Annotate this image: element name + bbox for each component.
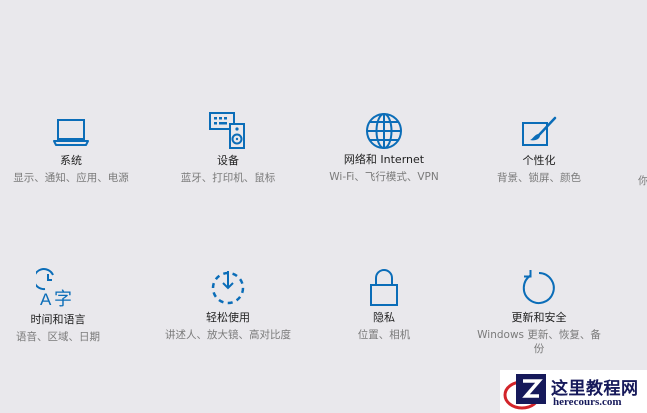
tile-network[interactable]: 网络和 Internet Wi-Fi、飞行模式、VPN [314, 112, 454, 184]
tile-description: 语音、区域、日期 [16, 331, 100, 343]
ease-of-access-icon [211, 271, 245, 305]
refresh-icon [522, 270, 555, 304]
lock-icon [370, 269, 398, 306]
tile-title: 网络和 Internet [343, 153, 425, 166]
globe-icon [366, 113, 402, 149]
tile-description: 位置、相机 [357, 329, 411, 341]
tile-system[interactable]: 系统 显示、通知、应用、电源 [1, 115, 141, 185]
tile-description: 显示、通知、应用、电源 [13, 172, 129, 184]
watermark-url: herecours.com [553, 396, 622, 408]
tile-personalization[interactable]: 个性化 背景、锁屏、颜色 [469, 115, 609, 185]
tile-title: 时间和语言 [30, 313, 86, 326]
tile-title: 系统 [60, 154, 82, 167]
tile-time-language[interactable]: A 字 时间和语言 语音、区域、日期 [0, 268, 128, 344]
tile-title: 个性化 [522, 154, 556, 167]
tile-title: 隐私 [373, 311, 395, 324]
paintbrush-icon [522, 116, 557, 146]
laptop-icon [53, 119, 89, 146]
tile-description: Windows 更新、恢复、备份 [477, 329, 601, 355]
devices-icon [209, 112, 245, 149]
tile-ease-of-access[interactable]: 轻松使用 讲述人、放大镜、高对比度 [158, 268, 298, 342]
tile-title: 更新和安全 [511, 311, 567, 324]
tile-title: 轻松使用 [206, 311, 250, 324]
watermark: 这里教程网 herecours.com [500, 370, 647, 413]
tile-title: 设备 [217, 154, 239, 167]
tile-devices[interactable]: 设备 蓝牙、打印机、鼠标 [158, 110, 298, 185]
watermark-logo-icon [503, 374, 546, 410]
svg-text:字: 字 [54, 289, 72, 310]
tile-description: Wi-Fi、飞行模式、VPN [329, 171, 439, 183]
tile-description: 背景、锁屏、颜色 [497, 172, 581, 184]
svg-text:A: A [40, 290, 52, 309]
tile-update-security[interactable]: 更新和安全 Windows 更新、恢复、备份 [469, 268, 609, 356]
tile-description: 蓝牙、打印机、鼠标 [180, 172, 276, 184]
tile-privacy[interactable]: 隐私 位置、相机 [314, 267, 454, 342]
time-language-icon: A 字 [36, 268, 72, 310]
clipped-tile-description: 你 [638, 175, 647, 187]
tile-description: 讲述人、放大镜、高对比度 [165, 329, 291, 341]
